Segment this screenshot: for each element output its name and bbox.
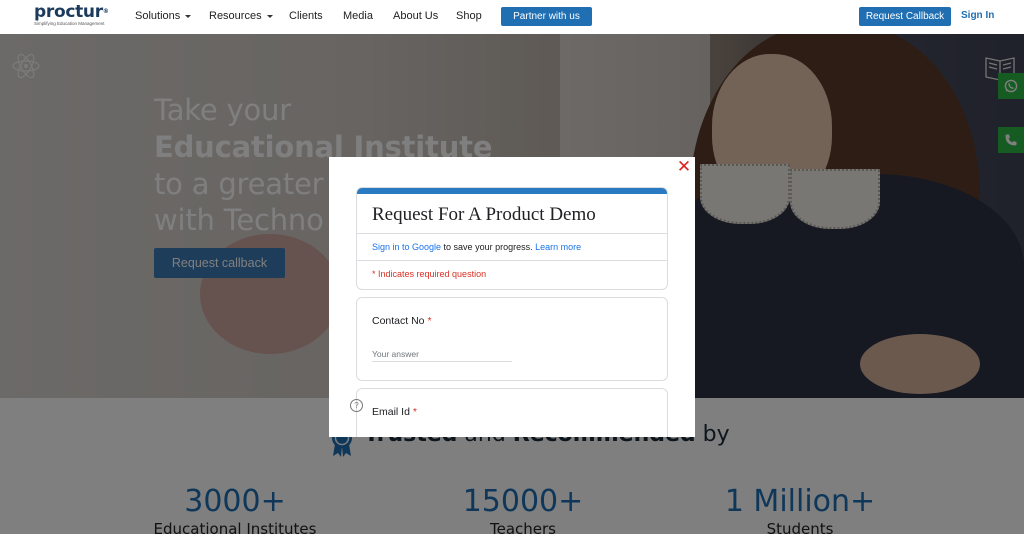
signin-prompt-text: to save your progress. (441, 242, 533, 252)
signin-prompt: Sign in to Google to save your progress.… (372, 242, 581, 252)
request-callback-button[interactable]: Request Callback (859, 7, 951, 26)
logo-trademark: ® (102, 8, 109, 15)
close-icon[interactable]: ✕ (676, 159, 692, 176)
question-contact-no: Contact No * (356, 297, 668, 381)
logo-word: proctur (34, 2, 103, 22)
nav-media[interactable]: Media (343, 9, 373, 23)
required-asterisk: * (427, 315, 432, 327)
logo-tagline: Simplifying Education Management (34, 21, 105, 26)
form-divider (357, 233, 667, 234)
nav-shop[interactable]: Shop (456, 9, 482, 23)
learn-more-link[interactable]: Learn more (535, 242, 581, 252)
help-icon[interactable]: ? (350, 399, 363, 412)
question-label-text: Contact No (372, 315, 425, 327)
question-email-id: Email Id * (356, 388, 668, 437)
form-divider (357, 260, 667, 261)
nav-clients[interactable]: Clients (289, 9, 323, 23)
proctur-logo[interactable]: proctur® Simplifying Education Managemen… (34, 3, 124, 29)
sign-in-link[interactable]: Sign In (961, 10, 994, 21)
required-asterisk: * (412, 406, 417, 418)
chevron-down-icon (185, 14, 192, 18)
question-label: Contact No * (372, 315, 432, 327)
nav-resources[interactable]: Resources (209, 9, 273, 23)
partner-with-us-button[interactable]: Partner with us (501, 7, 592, 26)
form-accent-bar (357, 188, 667, 194)
google-signin-link[interactable]: Sign in to Google (372, 242, 441, 252)
top-navbar: proctur® Simplifying Education Managemen… (0, 0, 1024, 34)
form-header-card: Request For A Product Demo Sign in to Go… (356, 187, 668, 290)
chevron-down-icon (266, 14, 273, 18)
nav-resources-label: Resources (209, 10, 262, 22)
question-label: Email Id * (372, 406, 417, 418)
form-title: Request For A Product Demo (372, 204, 596, 225)
nav-solutions[interactable]: Solutions (135, 9, 192, 23)
question-label-text: Email Id (372, 406, 410, 418)
nav-about-us[interactable]: About Us (393, 9, 438, 23)
nav-solutions-label: Solutions (135, 10, 181, 22)
demo-request-modal: ✕ Request For A Product Demo Sign in to … (329, 157, 695, 437)
contact-no-input[interactable] (372, 346, 512, 362)
required-note: * Indicates required question (372, 269, 487, 279)
